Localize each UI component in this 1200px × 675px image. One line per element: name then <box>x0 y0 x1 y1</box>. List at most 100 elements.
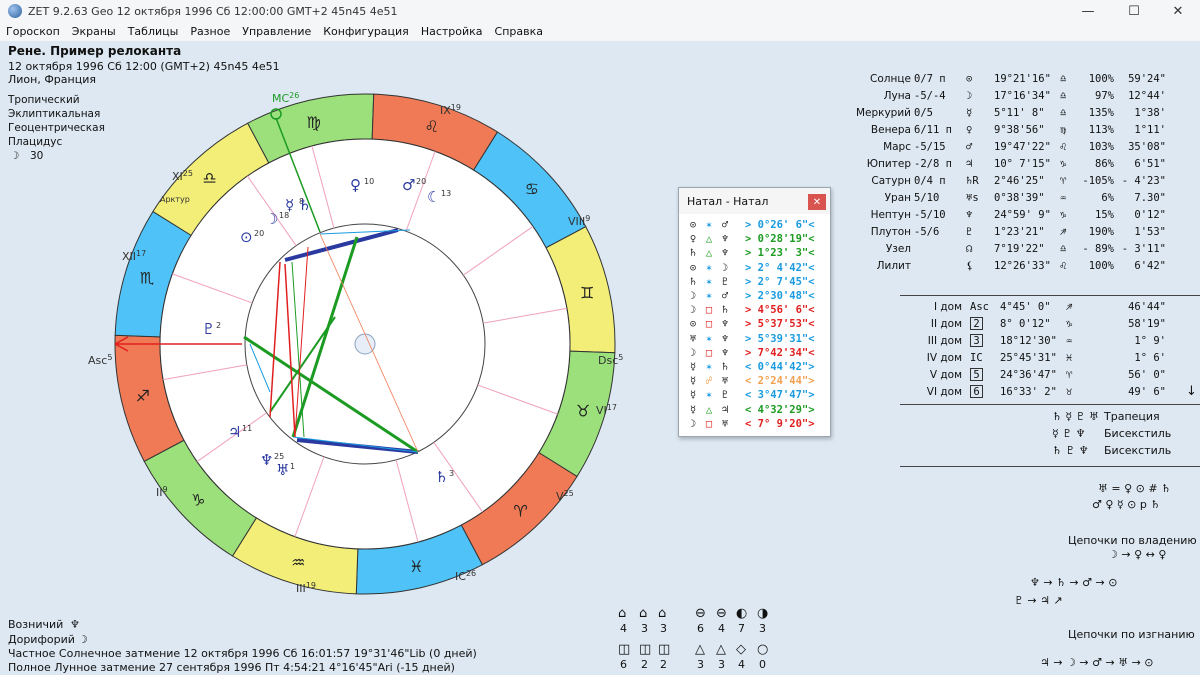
config-name[interactable]: Трапеция <box>1104 410 1160 423</box>
planet-glyph[interactable]: ♅ <box>276 461 289 479</box>
menu-control[interactable]: Управление <box>242 25 311 38</box>
planet-glyph[interactable]: ☿ <box>285 196 294 214</box>
aspect-row[interactable]: ⊙ ✶ ☽ > 2° 4'42"< <box>685 261 815 275</box>
planet-longitude: 2°46'25" <box>994 174 1045 187</box>
aspect-planet-b-icon: ♃ <box>721 403 729 416</box>
shape-stat-value: 3 <box>697 658 704 671</box>
aspect-window-close-button[interactable]: ✕ <box>808 194 826 210</box>
house-size: 58'19" <box>1128 317 1166 330</box>
house-longitude: 24°36'47" <box>1000 368 1057 381</box>
planet-glyph-icon: ♀ <box>966 123 973 136</box>
planet-longitude: 17°16'34" <box>994 89 1051 102</box>
aspect-row[interactable]: ☽ □ ♄ > 4°56' 6"< <box>685 303 815 317</box>
house-name: V дом <box>929 368 962 381</box>
house-sign-icon: ♈ <box>1066 368 1073 381</box>
aspect-row[interactable]: ♅ ✶ ♆ > 5°39'31"< <box>685 332 815 346</box>
aspect-row[interactable]: ☿ ✶ ♇ < 3°47'47"> <box>685 388 815 402</box>
minimize-button[interactable]: — <box>1066 0 1110 22</box>
menu-screens[interactable]: Экраны <box>72 25 116 38</box>
natal-chart-wheel[interactable]: ♍ ♌♋♊♉♈♓♒♑♐♏♎ MC26 Asc5 Dsc5 IC26 IX19 VI… <box>80 82 660 642</box>
menu-configuration[interactable]: Конфигурация <box>323 25 409 38</box>
aspect-row[interactable]: ♄ ✶ ♇ > 2° 7'45"< <box>685 275 815 289</box>
asc-label: Asc5 <box>88 353 112 367</box>
aspect-row[interactable]: ☽ ✶ ♂ > 2°30'48"< <box>685 289 815 303</box>
sign-glyph: ♊ <box>580 284 594 303</box>
planet-speed: - 3'11" <box>1121 242 1166 255</box>
house-size: 1° 6' <box>1134 351 1166 364</box>
scroll-down-icon[interactable]: ↓ <box>1186 384 1197 399</box>
menu-tables[interactable]: Таблицы <box>128 25 179 38</box>
aspect-row[interactable]: ⊙ □ ♆ > 5°37'53"< <box>685 317 815 331</box>
shape-stat-value: 7 <box>738 622 745 635</box>
zodiac-type: Тропический <box>8 94 80 106</box>
planet-glyph[interactable]: ☾ <box>427 188 440 206</box>
sign-glyph: ♓ <box>409 557 423 576</box>
aspect-window[interactable]: Натал - Натал ✕ ⊙ ✶ ♂ > 0°26' 6"< ♀ △ ♆ > 0°28'… <box>678 187 831 437</box>
planet-strength: 113% <box>1088 123 1114 136</box>
shape-stat-value: 3 <box>641 622 648 635</box>
aspect-orb: > 7°42'34"< <box>745 346 815 359</box>
menu-help[interactable]: Справка <box>495 25 543 38</box>
planet-longitude: 0°38'39" <box>994 191 1045 204</box>
shape-stat-value: 6 <box>620 658 627 671</box>
close-button[interactable]: ✕ <box>1156 0 1200 22</box>
planet-longitude: 1°23'21" <box>994 225 1045 238</box>
menu-settings[interactable]: Настройка <box>421 25 483 38</box>
aspect-type-icon: △ <box>705 233 713 246</box>
planet-name: Юпитер <box>866 157 911 170</box>
menu-misc[interactable]: Разное <box>190 25 230 38</box>
maximize-button[interactable]: ☐ <box>1112 0 1156 22</box>
planet-glyph[interactable]: ♆ <box>260 451 273 469</box>
planet-glyph[interactable]: ♄ <box>298 196 311 214</box>
chains-own-line-2: ♆ → ♄ → ♂ → ⊙ <box>1030 576 1118 589</box>
shape-stat-icon: ◑ <box>757 606 769 621</box>
planet-speed: 1°38' <box>1134 106 1166 119</box>
shape-stat-icon: ◫ <box>618 642 631 657</box>
cusp-viii-label: VIII9 <box>568 214 590 228</box>
planet-degree: 3 <box>449 469 454 478</box>
aspect-row[interactable]: ♄ △ ♆ > 1°23' 3"< <box>685 246 815 260</box>
aspect-type-icon: □ <box>705 417 713 430</box>
planet-dignity: -5/15 <box>914 140 946 153</box>
planet-strength: -105% <box>1082 174 1114 187</box>
planet-speed: 7.30" <box>1134 191 1166 204</box>
aspect-type-icon: △ <box>705 403 713 416</box>
house-longitude: 8° 0'12" <box>1000 317 1051 330</box>
aspect-row[interactable]: ☿ ☍ ♅ < 2°24'44"> <box>685 374 815 388</box>
planet-speed: 1°11' <box>1134 123 1166 136</box>
planet-glyph-icon: ☿ <box>966 106 973 119</box>
aspect-planet-a-icon: ♄ <box>689 275 697 288</box>
planet-speed: 6'51" <box>1134 157 1166 170</box>
aspect-type-icon: ☍ <box>705 375 713 388</box>
house-marker: IC <box>970 351 983 364</box>
planet-name: Уран <box>884 191 911 204</box>
planet-sign-icon: ♎ <box>1060 89 1067 102</box>
aspect-row[interactable]: ☿ ✶ ♄ < 0°44'42"> <box>685 360 815 374</box>
planet-glyph[interactable]: ♀ <box>350 176 361 194</box>
aspect-row[interactable]: ☿ △ ♃ < 4°32'29"> <box>685 403 815 417</box>
shape-stat-icon: ⌂ <box>639 606 648 621</box>
planet-strength: 190% <box>1088 225 1114 238</box>
dor-label: Дорифорий <box>8 633 75 646</box>
aspect-row[interactable]: ⊙ ✶ ♂ > 0°26' 6"< <box>685 218 815 232</box>
planet-glyph[interactable]: ♂ <box>402 176 415 194</box>
planet-glyph[interactable]: ⊙ <box>240 228 253 246</box>
config-name[interactable]: Бисекстиль <box>1104 444 1171 457</box>
planet-name: Узел <box>885 242 911 255</box>
aspect-planet-a-icon: ☽ <box>689 290 697 302</box>
aspect-planet-b-icon: ♆ <box>721 318 729 331</box>
planet-glyph[interactable]: ♇ <box>202 320 215 338</box>
menu-horoscope[interactable]: Гороскоп <box>6 25 60 38</box>
planet-sign-icon: ♎ <box>1060 106 1067 119</box>
planet-glyph[interactable]: ☽ <box>265 210 278 228</box>
aspect-row[interactable]: ♀ △ ♆ > 0°28'19"< <box>685 232 815 246</box>
aspect-row[interactable]: ☽ □ ♆ > 7°42'34"< <box>685 346 815 360</box>
planet-speed: 6'42" <box>1134 259 1166 272</box>
aspect-planet-a-icon: ☽ <box>689 417 697 430</box>
aspect-type-icon: △ <box>705 247 713 260</box>
planet-glyph[interactable]: ♄ <box>435 468 448 486</box>
aspect-row[interactable]: ☽ □ ♅ < 7° 9'20"> <box>685 417 815 431</box>
planet-glyph[interactable]: ♃ <box>228 423 241 441</box>
config-name[interactable]: Бисекстиль <box>1104 427 1171 440</box>
planet-dignity: -5/6 <box>914 225 940 238</box>
